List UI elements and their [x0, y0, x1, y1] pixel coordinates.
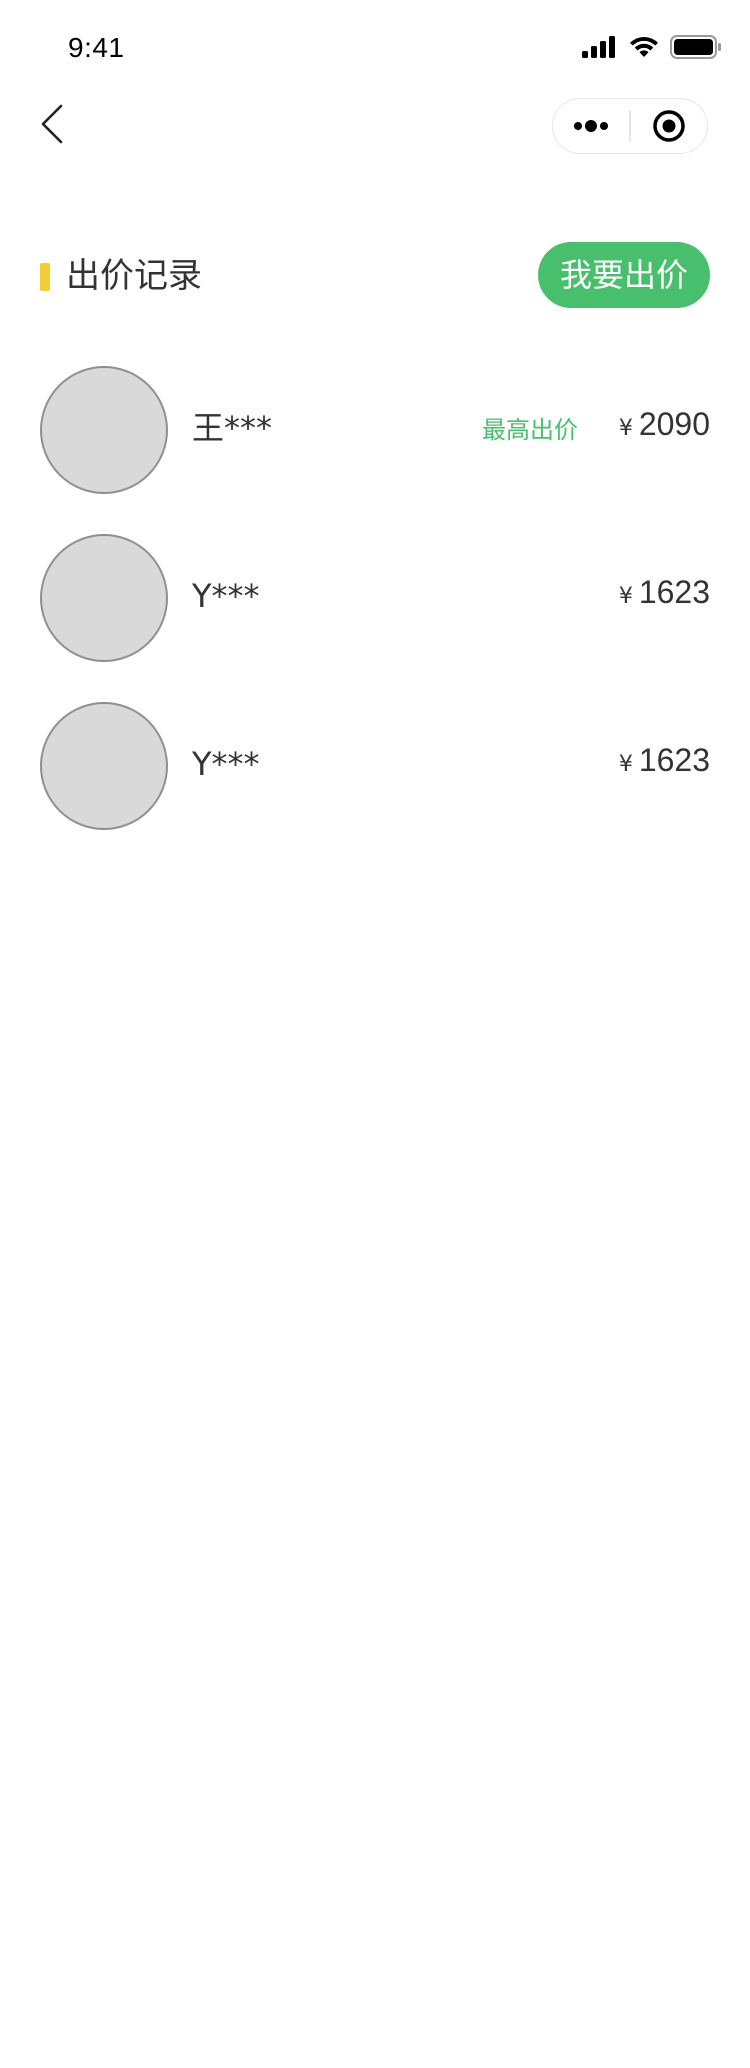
bid-price: ¥ 1623 — [619, 742, 710, 779]
bid-row: Y*** ¥ 1623 — [0, 698, 750, 866]
currency-symbol: ¥ — [618, 416, 633, 441]
currency-symbol: ¥ — [618, 584, 633, 609]
bid-amount: 1623 — [638, 574, 710, 610]
close-target-icon — [653, 110, 685, 142]
signal-icon — [582, 36, 615, 58]
bid-records-header: 出价记录 我要出价 — [40, 242, 710, 310]
place-bid-button[interactable]: 我要出价 — [538, 242, 710, 308]
highest-bid-tag: 最高出价 — [482, 416, 578, 444]
section-title: 出价记录 — [66, 256, 202, 296]
chevron-left-icon — [41, 104, 63, 144]
bid-amount: 2090 — [638, 406, 710, 442]
avatar — [40, 366, 168, 494]
wifi-icon — [630, 37, 658, 57]
status-bar: 9:41 — [0, 0, 750, 92]
close-button[interactable] — [631, 99, 707, 153]
status-time: 9:41 — [68, 32, 125, 63]
status-icons — [582, 32, 722, 62]
bidder-name: Y*** — [192, 577, 260, 615]
bidder-name: Y*** — [192, 745, 260, 783]
bid-price: ¥ 2090 — [619, 406, 710, 443]
battery-icon — [670, 35, 721, 59]
bid-list: 王*** 最高出价 ¥ 2090 Y*** ¥ 1623 Y*** ¥ 1623 — [0, 362, 750, 866]
avatar — [40, 534, 168, 662]
bidder-name: 王*** — [192, 409, 273, 447]
section-accent-bar — [40, 263, 50, 291]
bid-row: 王*** 最高出价 ¥ 2090 — [0, 362, 750, 530]
back-button[interactable] — [34, 100, 70, 148]
avatar — [40, 702, 168, 830]
more-dots-icon — [574, 120, 609, 132]
bid-amount: 1623 — [638, 742, 710, 778]
mini-program-capsule — [552, 98, 708, 154]
more-button[interactable] — [553, 99, 629, 153]
bid-price: ¥ 1623 — [619, 574, 710, 611]
bid-row: Y*** ¥ 1623 — [0, 530, 750, 698]
currency-symbol: ¥ — [618, 752, 633, 777]
